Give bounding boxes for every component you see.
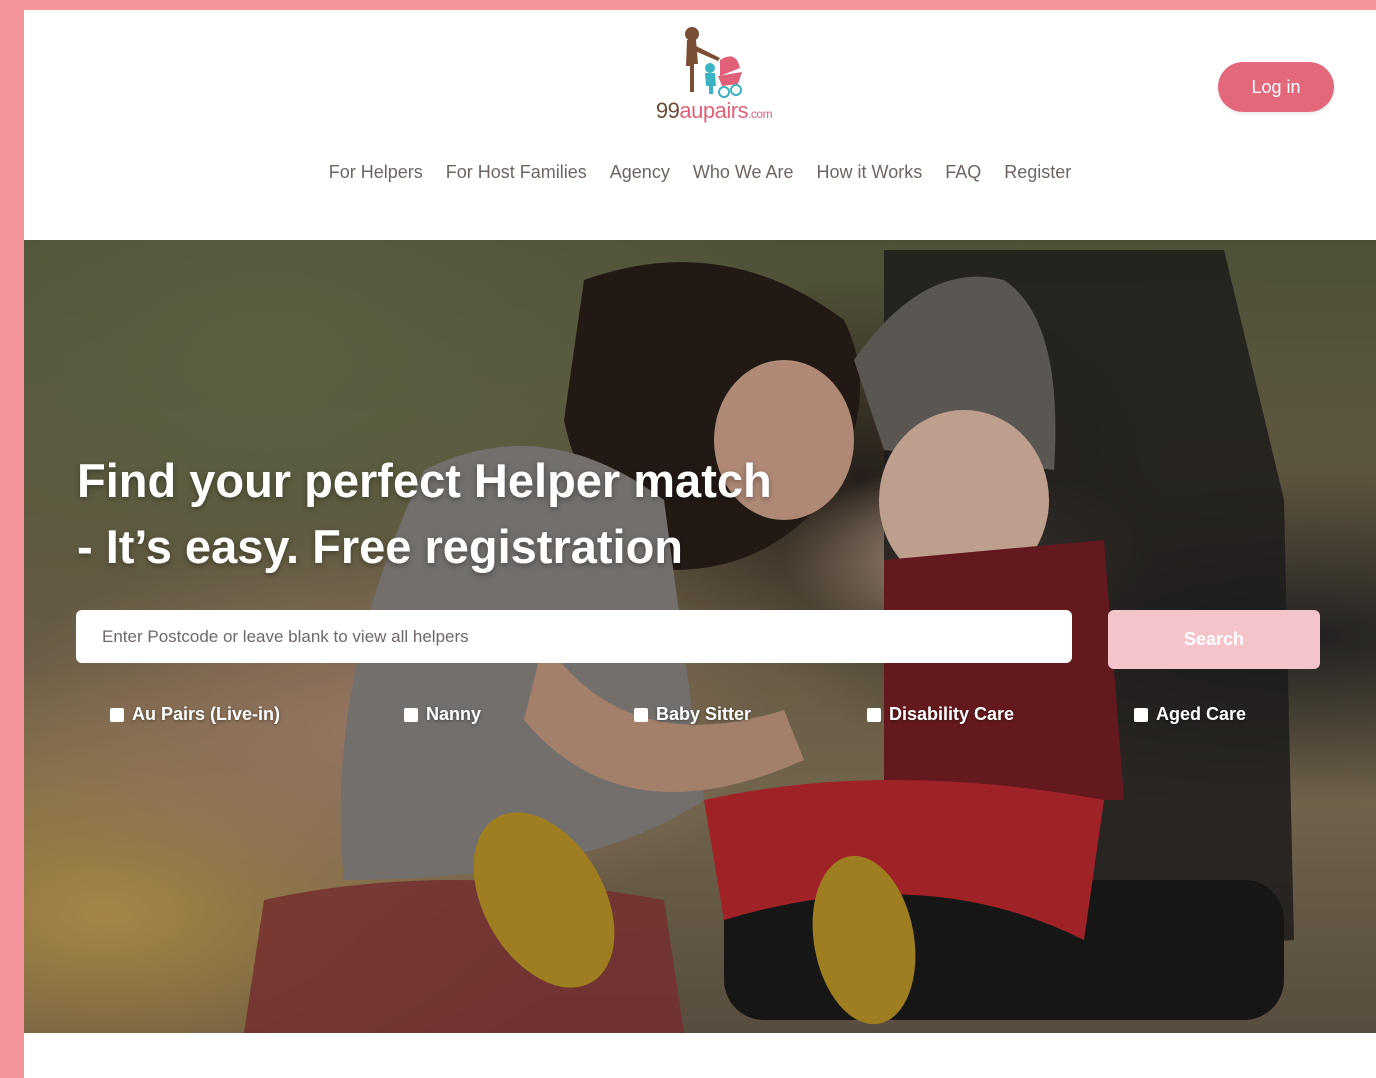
checkbox-baby-sitter[interactable] [634,707,648,722]
nav-who-we-are[interactable]: Who We Are [693,162,794,183]
checkbox-aged-care[interactable] [1134,707,1148,722]
site-logo[interactable]: 99aupairs.com [624,24,804,134]
nav-faq[interactable]: FAQ [945,162,981,183]
filter-nanny[interactable]: Nanny [404,704,481,725]
filter-aged-care-label: Aged Care [1156,704,1247,724]
nav-for-host-families[interactable]: For Host Families [446,162,587,183]
hero-headline-line2: - It’s easy. Free registration [77,520,683,573]
hero-headline-line1: Find your perfect Helper match [77,454,772,507]
filter-disability-care[interactable]: Disability Care [867,704,1014,725]
filter-disability-care-label: Disability Care [889,704,1015,724]
hero-headline: Find your perfect Helper match - It’s ea… [77,448,877,580]
filter-au-pairs-label: Au Pairs (Live-in) [132,704,281,724]
checkbox-nanny[interactable] [404,707,418,722]
filter-au-pairs[interactable]: Au Pairs (Live-in) [110,704,280,725]
nav-agency[interactable]: Agency [610,162,670,183]
filter-nanny-label: Nanny [426,704,482,724]
nav-how-it-works[interactable]: How it Works [817,162,923,183]
checkbox-au-pairs[interactable] [110,707,124,722]
filter-baby-sitter-label: Baby Sitter [656,704,752,724]
filter-aged-care[interactable]: Aged Care [1134,704,1246,725]
logo-part-name: aupairs [679,98,749,123]
logo-figure-icon [685,27,742,98]
postcode-search-input[interactable] [76,610,1072,663]
page-frame: 99aupairs.com Log in For Helpers For Hos… [24,10,1376,1078]
logo-part-domain: .com [748,107,773,121]
filter-baby-sitter[interactable]: Baby Sitter [634,704,751,725]
hero-section: Find your perfect Helper match - It’s ea… [24,240,1376,1033]
login-button[interactable]: Log in [1218,62,1334,112]
logo-wordmark: 99aupairs.com [624,98,804,124]
logo-part-number: 99 [655,98,680,123]
checkbox-disability-care[interactable] [867,707,881,722]
nav-register[interactable]: Register [1004,162,1071,183]
main-nav: For Helpers For Host Families Agency Who… [24,162,1376,183]
page-content-start [24,1033,1376,1078]
nav-for-helpers[interactable]: For Helpers [329,162,423,183]
search-button[interactable]: Search [1108,610,1320,669]
